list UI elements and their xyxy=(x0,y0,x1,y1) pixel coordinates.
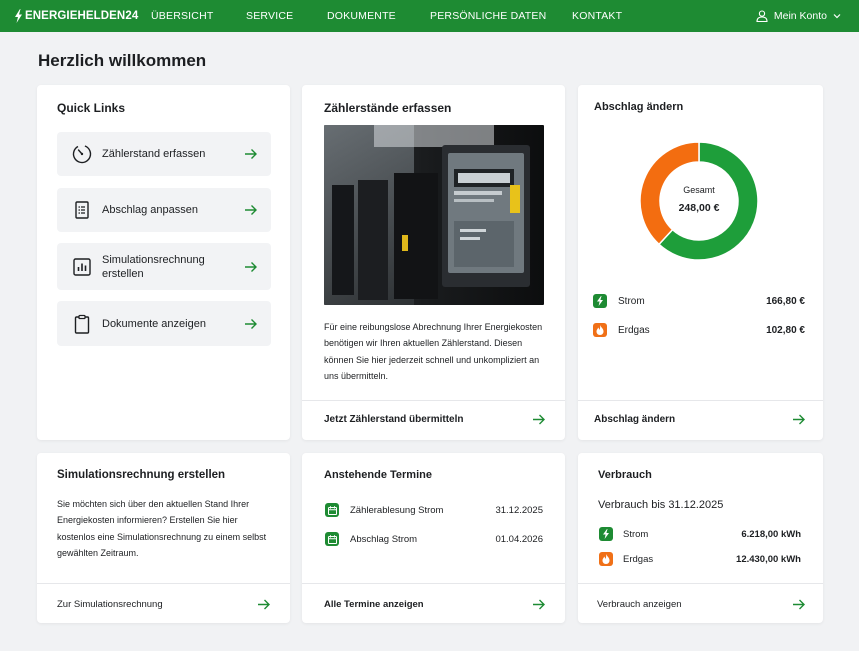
abschlag-card-title: Abschlag ändern xyxy=(594,101,684,113)
lightning-icon xyxy=(593,294,607,308)
donut-total-value: 248,00 € xyxy=(678,202,720,214)
appointment-label: Zählerablesung Strom xyxy=(350,505,444,516)
abschlag-erdgas-label: Erdgas xyxy=(618,325,650,336)
quick-link-dokumente[interactable]: Dokumente anzeigen xyxy=(57,301,271,346)
meter-card-text: Für eine reibungslose Abrechnung Ihrer E… xyxy=(324,322,543,381)
clipboard-icon xyxy=(74,314,90,334)
flame-icon xyxy=(599,552,613,566)
meter-card-title: Zählerstände erfassen xyxy=(324,101,452,115)
meter-photo xyxy=(324,125,544,305)
quick-links-card: Quick Links Zählerstand erfassen Abschla… xyxy=(37,85,290,440)
donut-total-label: Gesamt xyxy=(683,185,715,195)
quick-link-label: Dokumente anzeigen xyxy=(102,317,206,330)
consumption-card: Verbrauch Verbrauch bis 31.12.2025 Strom… xyxy=(578,453,823,623)
simulation-card: Simulationsrechnung erstellen Sie möchte… xyxy=(37,453,290,623)
simulation-card-text: Sie möchten sich über den aktuellen Stan… xyxy=(57,499,267,558)
arrow-right-icon xyxy=(245,318,257,329)
appointment-date: 01.04.2026 xyxy=(495,534,543,545)
page-title: Herzlich willkommen xyxy=(38,51,207,70)
calendar-icon xyxy=(325,503,339,517)
quick-link-label: Abschlag anpassen xyxy=(102,204,199,216)
quick-link-abschlag[interactable]: Abschlag anpassen xyxy=(57,188,271,232)
abschlag-card: Abschlag ändern Gesamt 248,00 € Strom 16… xyxy=(578,85,823,440)
meter-reading-card: Zählerstände erfassen Für eine reibungsl… xyxy=(302,85,565,440)
divider xyxy=(302,583,565,584)
lightning-icon xyxy=(599,527,613,541)
chevron-down-icon xyxy=(833,14,841,19)
consumption-strom-label: Strom xyxy=(623,529,649,540)
appointments-card-title: Anstehende Termine xyxy=(324,469,432,481)
quick-link-label: Simulationsrechnung erstellen xyxy=(102,253,205,280)
quick-link-label: Zählerstand erfassen xyxy=(102,148,206,160)
simulation-card-title: Simulationsrechnung erstellen xyxy=(57,469,226,481)
brand-name: ENERGIEHELDEN24 xyxy=(25,10,139,22)
quick-links-title: Quick Links xyxy=(57,101,126,115)
abschlag-strom-label: Strom xyxy=(618,296,645,307)
arrow-right-icon[interactable] xyxy=(532,599,545,610)
consumption-erdgas-value: 12.430,00 kWh xyxy=(736,554,801,565)
consumption-card-title: Verbrauch xyxy=(598,469,652,481)
appointment-date: 31.12.2025 xyxy=(495,505,543,516)
simulation-link[interactable]: Zur Simulationsrechnung xyxy=(57,599,163,610)
consumption-erdgas-label: Erdgas xyxy=(623,554,654,565)
invoice-icon xyxy=(75,201,89,219)
arrow-right-icon[interactable] xyxy=(257,599,270,610)
bar-chart-icon xyxy=(73,257,91,276)
nav-dokumente[interactable]: DOKUMENTE xyxy=(327,0,396,32)
divider xyxy=(578,400,823,401)
arrow-right-icon xyxy=(245,261,257,272)
abschlag-donut-chart xyxy=(639,141,759,261)
abschlag-erdgas-value: 102,80 € xyxy=(766,325,805,336)
divider xyxy=(37,583,290,584)
quick-link-zaehlerstand[interactable]: Zählerstand erfassen xyxy=(57,132,271,176)
appointment-label: Abschlag Strom xyxy=(350,534,418,545)
brand-logo[interactable]: ENERGIEHELDEN24 xyxy=(14,0,138,32)
change-abschlag-link[interactable]: Abschlag ändern xyxy=(594,414,675,425)
user-icon xyxy=(756,10,768,22)
divider xyxy=(578,583,823,584)
flame-icon xyxy=(593,323,607,337)
account-label: Mein Konto xyxy=(773,10,827,22)
submit-meter-link[interactable]: Jetzt Zählerstand übermitteln xyxy=(324,414,463,425)
nav-uebersicht[interactable]: ÜBERSICHT xyxy=(151,0,213,32)
arrow-right-icon xyxy=(245,149,257,159)
nav-persoenliche-daten[interactable]: PERSÖNLICHE DATEN xyxy=(430,0,546,32)
arrow-right-icon[interactable] xyxy=(792,599,805,610)
arrow-right-icon[interactable] xyxy=(532,414,545,425)
consumption-strom-value: 6.218,00 kWh xyxy=(741,529,801,540)
account-menu[interactable]: Mein Konto xyxy=(756,0,841,32)
lightning-icon xyxy=(15,9,22,23)
nav-kontakt[interactable]: KONTAKT xyxy=(572,0,622,32)
nav-service[interactable]: SERVICE xyxy=(246,0,293,32)
consumption-subtitle: Verbrauch bis 31.12.2025 xyxy=(598,499,724,511)
appointments-card: Anstehende Termine Zählerablesung Strom … xyxy=(302,453,565,623)
gauge-icon xyxy=(72,144,92,164)
arrow-right-icon xyxy=(245,205,257,215)
divider xyxy=(302,400,565,401)
consumption-link[interactable]: Verbrauch anzeigen xyxy=(597,599,682,610)
calendar-icon xyxy=(325,532,339,546)
arrow-right-icon[interactable] xyxy=(792,414,805,425)
abschlag-strom-value: 166,80 € xyxy=(766,296,805,307)
top-navigation: ENERGIEHELDEN24 ÜBERSICHT SERVICE DOKUME… xyxy=(0,0,859,32)
quick-link-simulation[interactable]: Simulationsrechnung erstellen xyxy=(57,243,271,290)
all-appointments-link[interactable]: Alle Termine anzeigen xyxy=(324,599,424,610)
